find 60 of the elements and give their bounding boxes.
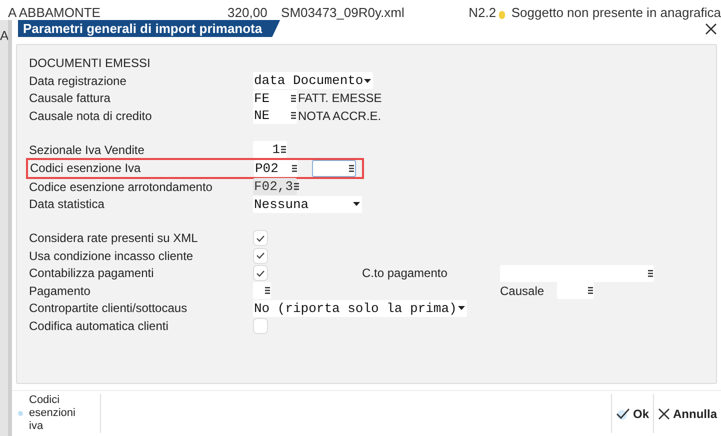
lookup-icon — [648, 270, 653, 277]
lookup-field[interactable] — [500, 264, 654, 282]
field-label: Pagamento — [29, 282, 92, 300]
field-label: Codici esenzione Iva — [30, 160, 142, 178]
dropdown-field[interactable]: No (riporta solo la prima) — [253, 300, 467, 317]
lookup-field[interactable] — [312, 160, 356, 177]
table-cell-text: A ABBAMONTE — [8, 6, 102, 19]
dropdown-caret-icon — [458, 306, 465, 310]
table-cell-text: SM03473_09R0y.xml — [281, 6, 406, 19]
field-label: Causale — [500, 282, 546, 300]
lookup-field[interactable] — [253, 282, 271, 300]
lookup-icon — [292, 164, 297, 172]
table-cell-text: 320,00 — [228, 6, 268, 19]
lookup-field[interactable]: FE — [253, 90, 297, 107]
lookup-icon — [281, 146, 286, 154]
field-label: Codifica automatica clienti — [29, 318, 170, 335]
checkmark-icon — [256, 252, 265, 260]
dropdown-field[interactable]: Nessuna — [253, 196, 362, 213]
field-label: Causale fattura — [29, 90, 112, 108]
number-field[interactable]: 1 — [253, 141, 287, 158]
field-label: Considera rate presenti su XML — [29, 230, 199, 248]
dropdown-field[interactable]: data Documento — [253, 72, 374, 90]
field-description: FATT. EMESSE — [298, 90, 382, 108]
lookup-icon — [291, 94, 296, 102]
section-title: DOCUMENTI EMESSI — [29, 54, 152, 72]
table-cell: A — [0, 28, 9, 43]
lookup-icon — [349, 164, 354, 172]
close-icon[interactable] — [705, 23, 717, 35]
checkbox[interactable] — [253, 248, 268, 264]
field-label: C.to pagamento — [362, 265, 448, 282]
field-label: Data registrazione — [29, 72, 128, 90]
checkbox[interactable] — [253, 230, 268, 246]
field-label: Sezionale Iva Vendite — [29, 142, 146, 159]
field-label: Contropartite clienti/sottocaus — [29, 300, 188, 318]
checkbox[interactable] — [253, 318, 268, 334]
lookup-field[interactable]: NE — [253, 107, 297, 124]
table-cell-text: N2.2 — [468, 6, 498, 19]
field-label: Causale nota di credito — [29, 108, 153, 125]
field-label: Usa condizione incasso cliente — [29, 248, 194, 265]
lookup-icon — [265, 287, 270, 294]
table-cell: Soggetto non presente in anagrafica — [511, 6, 721, 19]
lookup-icon — [588, 287, 593, 294]
checkmark-icon — [256, 234, 265, 242]
cancel-button[interactable]: Annulla — [653, 394, 721, 433]
field-label: Codice esenzione arrotondamento — [29, 178, 214, 196]
dropdown-caret-icon — [353, 202, 360, 206]
field-label: Data statistica — [29, 196, 106, 214]
checkmark-icon — [616, 408, 630, 420]
field-description: NOTA ACCR.E. — [298, 108, 382, 125]
close-icon — [658, 408, 670, 420]
side-button[interactable]: Codici esenzioni iva — [12, 394, 101, 433]
lookup-icon — [294, 183, 300, 190]
lookup-field[interactable]: P02 — [254, 160, 298, 177]
field-label: Contabilizza pagamenti — [29, 265, 155, 282]
lookup-icon — [291, 112, 296, 120]
dropdown-caret-icon — [364, 78, 372, 83]
lookup-field[interactable] — [557, 282, 594, 300]
ok-button[interactable]: Ok — [610, 394, 653, 433]
checkmark-icon — [256, 270, 265, 277]
checkbox[interactable] — [253, 265, 268, 282]
